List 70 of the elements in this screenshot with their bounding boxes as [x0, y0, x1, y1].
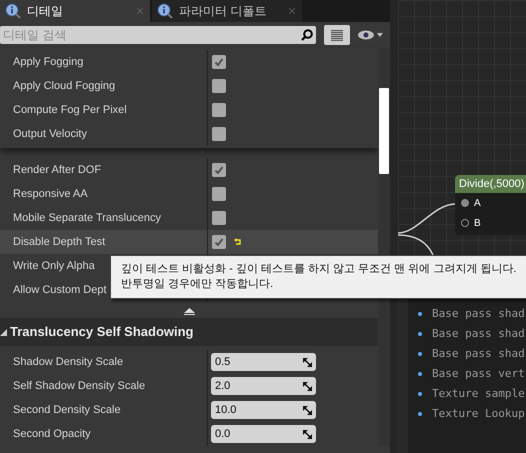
- property-label: Apply Fogging: [13, 54, 84, 70]
- property-label: Output Velocity: [13, 126, 87, 142]
- reset-arrow-icon[interactable]: [234, 238, 242, 246]
- number-field[interactable]: 2.0: [211, 377, 316, 395]
- bullet-icon: [418, 392, 422, 396]
- property-label: Second Opacity: [13, 426, 91, 442]
- expand-triangle-icon: [0, 328, 7, 336]
- close-icon[interactable]: [287, 6, 297, 16]
- checkbox[interactable]: [212, 127, 226, 141]
- property-label: Self Shadow Density Scale: [13, 378, 146, 394]
- list-icon: [330, 30, 344, 40]
- tab[interactable]: 디테일: [0, 0, 150, 22]
- property-label: Responsive AA: [13, 186, 88, 202]
- checkbox[interactable]: [212, 103, 226, 117]
- node-title: Divide(,5000): [459, 176, 524, 192]
- drag-arrows-icon: [303, 382, 312, 390]
- checkbox[interactable]: [212, 187, 226, 201]
- grid-view-button[interactable]: [324, 25, 350, 45]
- property-label: Mobile Separate Translucency: [13, 210, 161, 226]
- graph-node[interactable]: Divide(,5000) A B: [455, 175, 526, 235]
- eye-icon[interactable]: [358, 30, 384, 40]
- checkbox[interactable]: [212, 55, 226, 69]
- bullet-icon: [418, 352, 422, 356]
- tooltip-text: 깊이 테스트 비활성화 - 깊이 테스트를 하지 않고 무조건 맨 위에 그려지게 됩니다.: [121, 262, 518, 277]
- drag-arrows-icon: [303, 430, 312, 438]
- property-label: Write Only Alpha: [13, 258, 95, 274]
- property-label: Apply Cloud Fogging: [13, 78, 116, 94]
- stats-line: Base pass vert: [432, 366, 525, 382]
- property-row[interactable]: Apply Cloud Fogging: [0, 74, 378, 98]
- search-icon: [301, 29, 314, 41]
- stats-line: Texture sample: [432, 386, 525, 402]
- property-row[interactable]: Disable Depth Test: [0, 230, 378, 254]
- bullet-icon: [418, 412, 422, 416]
- number-field[interactable]: 10.0: [211, 401, 316, 419]
- number-field[interactable]: 0.0: [211, 425, 316, 443]
- stats-line: Texture Lookup: [432, 406, 525, 422]
- bullet-icon: [418, 332, 422, 336]
- property-row[interactable]: Compute Fog Per Pixel: [0, 98, 378, 122]
- property-row[interactable]: Output Velocity: [0, 122, 378, 146]
- section-header[interactable]: Translucency Self Shadowing: [0, 318, 378, 346]
- bullet-icon: [418, 372, 422, 376]
- checkbox[interactable]: [212, 211, 226, 225]
- checkbox[interactable]: [212, 79, 226, 93]
- property-label: Second Density Scale: [13, 402, 121, 418]
- pin-label: A: [474, 196, 481, 210]
- pin-label: B: [474, 216, 481, 230]
- stats-line: Base pass shad: [432, 326, 525, 342]
- tooltip-text: 반투명일 경우에만 작동합니다.: [121, 277, 274, 292]
- tab[interactable]: 파라미터 디폴트: [152, 0, 302, 22]
- collapse-arrow-icon[interactable]: [184, 308, 194, 314]
- pin-icon[interactable]: [461, 219, 469, 227]
- close-icon[interactable]: [135, 6, 145, 16]
- scrollbar-thumb[interactable]: [379, 88, 389, 174]
- drag-arrows-icon: [303, 406, 312, 414]
- bullet-icon: [418, 312, 422, 316]
- property-label: Shadow Density Scale: [13, 354, 124, 370]
- checkbox[interactable]: [212, 163, 226, 177]
- property-label: Allow Custom Dept: [13, 282, 107, 298]
- info-icon: [5, 3, 21, 19]
- pin-icon[interactable]: [461, 199, 469, 207]
- property-row[interactable]: Apply Fogging: [0, 50, 378, 74]
- stats-line: Base pass shad: [432, 346, 525, 362]
- number-field[interactable]: 0.5: [211, 353, 316, 371]
- drag-arrows-icon: [303, 358, 312, 366]
- info-icon: [157, 3, 173, 19]
- checkbox[interactable]: [212, 235, 226, 249]
- property-label: Render After DOF: [13, 162, 102, 178]
- property-label: Compute Fog Per Pixel: [13, 102, 127, 118]
- property-label: Disable Depth Test: [13, 234, 106, 250]
- stats-line: Base pass shad: [432, 306, 525, 322]
